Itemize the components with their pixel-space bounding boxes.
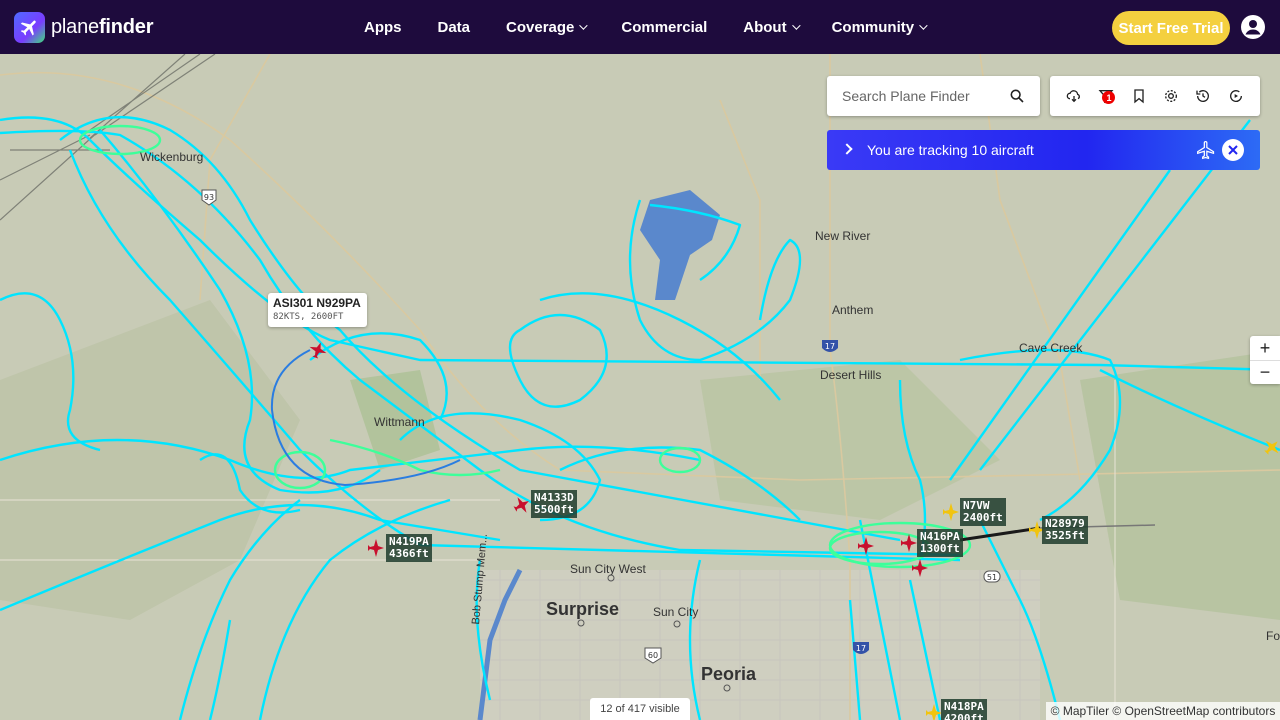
- aircraft-label[interactable]: N416PA 1300ft: [917, 529, 963, 557]
- svg-text:93: 93: [204, 193, 214, 202]
- chevron-down-icon: [919, 21, 928, 30]
- aircraft-label[interactable]: N418PA 4200ft: [941, 699, 987, 720]
- search-input[interactable]: [837, 76, 1007, 116]
- nav-commercial[interactable]: Commercial: [621, 19, 707, 36]
- nav-data[interactable]: Data: [438, 19, 471, 36]
- chevron-down-icon: [579, 21, 589, 30]
- nav-about[interactable]: About: [743, 19, 801, 36]
- aircraft-label[interactable]: N7VW 2400ft: [960, 498, 1006, 526]
- zoom-control: + −: [1250, 336, 1280, 384]
- tracking-message: You are tracking 10 aircraft: [867, 142, 1034, 158]
- history-icon: [1196, 90, 1210, 102]
- history-button[interactable]: [1192, 85, 1214, 107]
- close-tracking-button[interactable]: [1222, 139, 1244, 161]
- settings-button[interactable]: [1160, 85, 1182, 107]
- place-label: Peoria: [701, 664, 757, 684]
- aircraft-label[interactable]: N419PA 4366ft: [386, 534, 432, 562]
- svg-text:60: 60: [648, 651, 658, 660]
- popup-callsign: ASI301 N929PA: [273, 296, 361, 310]
- chevron-right-icon[interactable]: [841, 143, 853, 155]
- weather-icon: [1066, 90, 1081, 103]
- zoom-in-button[interactable]: +: [1250, 336, 1280, 360]
- zoom-out-button[interactable]: −: [1250, 360, 1280, 384]
- map-toolbar: 1: [1050, 76, 1260, 116]
- planefinder-logo[interactable]: planefinder: [14, 12, 153, 43]
- nav-community[interactable]: Community: [832, 19, 928, 36]
- svg-text:17: 17: [856, 644, 866, 653]
- visible-count: 12 of 417 visible: [590, 698, 690, 720]
- playback-button[interactable]: [1225, 85, 1247, 107]
- planefinder-logo-icon: [14, 12, 45, 43]
- filter-button[interactable]: 1: [1095, 85, 1117, 107]
- search-box: [827, 76, 1040, 116]
- place-label: Wickenburg: [140, 150, 204, 164]
- place-label: Fo: [1266, 629, 1280, 643]
- brand-name: planefinder: [51, 16, 154, 38]
- bookmark-icon: [1134, 89, 1144, 104]
- start-free-trial-button[interactable]: Start Free Trial: [1112, 11, 1230, 45]
- svg-text:51: 51: [987, 573, 997, 582]
- settings-icon: [1165, 90, 1178, 102]
- tracking-banner[interactable]: You are tracking 10 aircraft: [827, 130, 1260, 170]
- popup-speed-altitude: 82KTS, 2600FT: [273, 312, 344, 322]
- playback-icon: [1229, 90, 1242, 102]
- close-icon: [1228, 145, 1238, 155]
- nav-coverage[interactable]: Coverage: [506, 19, 589, 36]
- weather-button[interactable]: [1063, 85, 1085, 107]
- place-label: Sun City: [653, 605, 699, 619]
- search-icon[interactable]: [1009, 88, 1025, 104]
- place-label: Wittmann: [374, 415, 425, 429]
- bookmark-button[interactable]: [1128, 85, 1150, 107]
- aircraft-label[interactable]: N28979 3525ft: [1042, 516, 1088, 544]
- route-shield: 51: [983, 570, 1001, 583]
- chevron-down-icon: [791, 21, 801, 30]
- place-label: Desert Hills: [820, 368, 882, 382]
- aircraft-label[interactable]: N4133D 5500ft: [531, 490, 577, 518]
- main-nav: Apps Data Coverage Commercial About Comm…: [364, 0, 928, 54]
- place-label: Surprise: [546, 599, 620, 619]
- nav-apps[interactable]: Apps: [364, 19, 402, 36]
- top-navigation-bar: planefinder Apps Data Coverage Commercia…: [0, 0, 1280, 54]
- account-circle-icon[interactable]: [1241, 15, 1265, 39]
- place-label: Sun City West: [570, 562, 646, 576]
- svg-text:17: 17: [825, 342, 835, 351]
- plane-icon: [1197, 141, 1215, 160]
- place-label: Cave Creek: [1019, 341, 1083, 355]
- map-attribution[interactable]: © MapTiler © OpenStreetMap contributors: [1046, 702, 1280, 720]
- place-label: Anthem: [832, 303, 874, 317]
- place-label: New River: [815, 229, 871, 243]
- selected-aircraft-popup[interactable]: ASI301 N929PA 82KTS, 2600FT: [268, 293, 367, 327]
